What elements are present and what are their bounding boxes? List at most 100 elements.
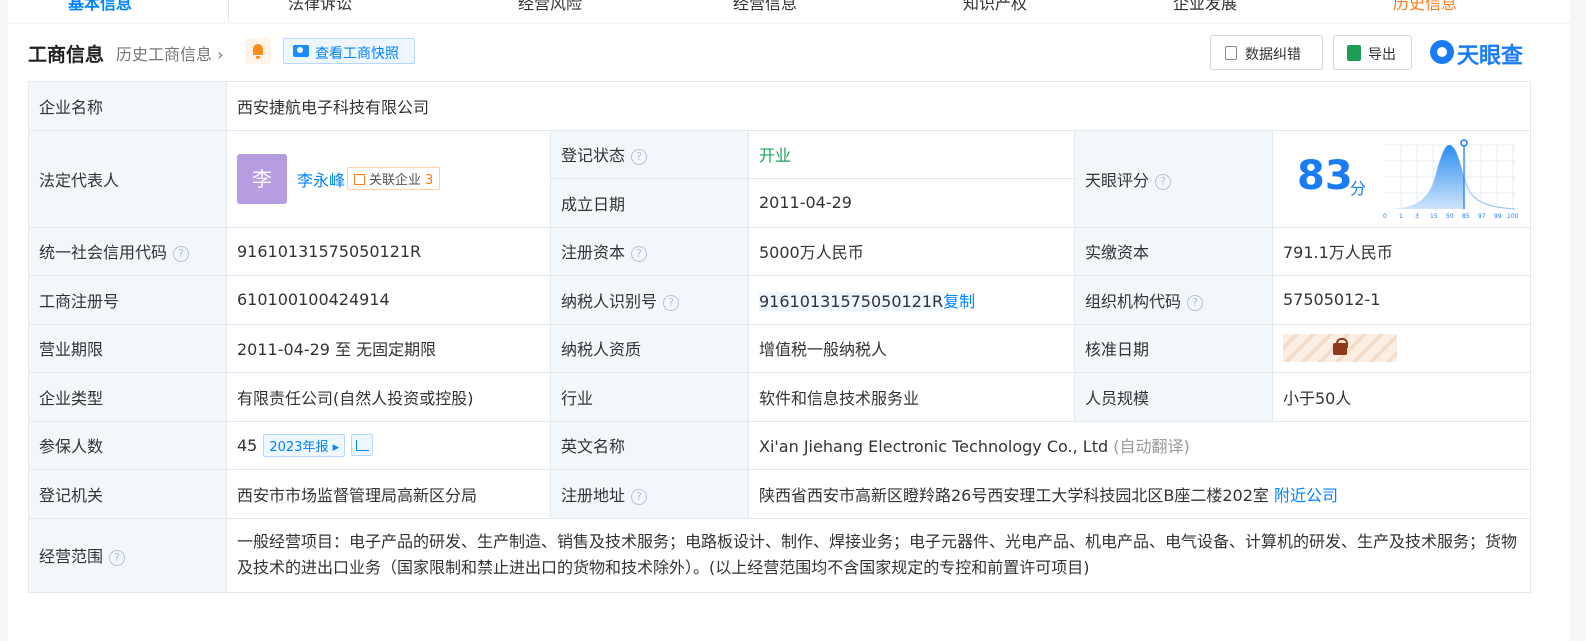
history-link[interactable]: 历史工商信息 ›: [116, 41, 224, 65]
help-icon[interactable]: ?: [109, 550, 126, 566]
insured-count: 45: [237, 435, 258, 455]
approve-date-cell: [1271, 323, 1532, 373]
legal-rep-cell: 李李永峰 关联企业 3: [226, 129, 551, 228]
caret-right-icon: ▸: [332, 439, 340, 455]
tick-label: 85: [1462, 213, 1470, 220]
reg-authority-label: 登记机关: [28, 469, 227, 519]
bell-icon[interactable]: [245, 38, 271, 64]
taxpayer-id-label-text: 纳税人识别号: [561, 291, 658, 311]
industry: 软件和信息技术服务业: [748, 372, 1075, 422]
term-label: 营业期限: [28, 323, 227, 373]
tab-divider: [228, 0, 229, 22]
eye-logo-icon: [1430, 40, 1454, 64]
score-unit: 分: [1350, 178, 1367, 198]
org-code: 57505012-1: [1271, 275, 1532, 325]
taxpayer-id-cell: 91610131575050121R复制: [748, 275, 1075, 325]
help-icon[interactable]: ?: [631, 488, 648, 505]
tab-operation[interactable]: 经营信息: [733, 0, 797, 22]
insured-label: 参保人数: [28, 420, 227, 470]
nearby-companies-link[interactable]: 附近公司: [1274, 486, 1338, 505]
tick-label: 99: [1494, 213, 1502, 220]
help-icon[interactable]: ?: [631, 246, 648, 263]
tick-label: 100: [1507, 213, 1519, 220]
score-cell[interactable]: 83 分 0 1 3 15 50 85 97 99 100: [1271, 129, 1532, 228]
annual-report-label: 2023年报: [269, 439, 329, 455]
score-label-text: 天眼评分: [1085, 170, 1150, 190]
lock-icon[interactable]: [1283, 334, 1397, 363]
reg-capital: 5000万人民币: [748, 226, 1075, 276]
avatar[interactable]: 李: [237, 153, 287, 204]
tab-history[interactable]: 历史信息: [1393, 0, 1457, 22]
tick-label: 3: [1415, 213, 1419, 220]
tick-label: 1: [1399, 213, 1403, 220]
taxpayer-id-label: 纳税人识别号?: [550, 275, 749, 325]
reg-address: 陕西省西安市高新区瞪羚路26号西安理工大学科技园北区B座二楼202室: [759, 485, 1269, 505]
reg-authority: 西安市市场监督管理局高新区分局: [226, 469, 551, 519]
related-companies-badge[interactable]: 关联企业 3: [347, 167, 441, 190]
export-label: 导出: [1368, 47, 1396, 63]
snapshot-button[interactable]: 查看工商快照: [283, 38, 415, 64]
legal-rep-name[interactable]: 李永峰: [297, 167, 345, 191]
credit-code: 91610131575050121R: [226, 226, 551, 276]
company-name: 西安捷航电子科技有限公司: [225, 81, 1532, 131]
credit-code-label: 统一社会信用代码?: [28, 226, 227, 276]
reg-address-label: 注册地址?: [550, 469, 749, 519]
score-distribution-chart: 0 1 3 15 50 85 97 99 100: [1383, 138, 1519, 220]
tab-basic-info[interactable]: 基本信息: [68, 0, 132, 22]
help-icon[interactable]: ?: [1155, 173, 1172, 190]
help-icon[interactable]: ?: [1187, 294, 1204, 311]
tab-risk[interactable]: 经营风险: [518, 0, 582, 22]
insured-cell: 45 2023年报 ▸: [226, 420, 551, 470]
tab-ip[interactable]: 知识产权: [963, 0, 1027, 22]
reg-capital-label: 注册资本?: [550, 226, 749, 276]
score-marker: [1460, 138, 1468, 147]
related-count: 3: [425, 173, 434, 188]
scope-label-text: 经营范围: [39, 547, 104, 566]
excel-icon: [1347, 45, 1361, 61]
biz-reg-no-label: 工商注册号: [28, 275, 227, 325]
help-icon[interactable]: ?: [663, 294, 680, 311]
trend-chart-icon[interactable]: [351, 433, 374, 456]
scope-label: 经营范围?: [28, 517, 227, 593]
company-type-label: 企业类型: [28, 372, 227, 422]
help-icon[interactable]: ?: [631, 149, 648, 166]
paid-capital: 791.1万人民币: [1271, 226, 1532, 276]
english-name-label: 英文名称: [550, 420, 749, 470]
reg-address-cell: 陕西省西安市高新区瞪羚路26号西安理工大学科技园北区B座二楼202室 附近公司: [747, 469, 1532, 519]
taxpayer-qual-label: 纳税人资质: [550, 323, 749, 373]
export-button[interactable]: 导出: [1333, 35, 1412, 70]
biz-reg-no: 610100100424914: [226, 275, 551, 325]
company-type: 有限责任公司(自然人投资或控股): [226, 372, 551, 422]
correct-label: 数据纠错: [1245, 47, 1301, 63]
reg-capital-label-text: 注册资本: [561, 243, 626, 263]
annual-report-tag[interactable]: 2023年报 ▸: [263, 433, 346, 457]
table-row: 经营范围? 一般经营项目：电子产品的研发、生产制造、销售及技术服务；电路板设计、…: [28, 517, 1532, 593]
english-name: Xi'an Jiehang Electronic Technology Co.,…: [759, 437, 1109, 457]
logo-text: 天眼查: [1457, 44, 1524, 69]
reg-status-label-text: 登记状态: [561, 146, 626, 166]
help-icon[interactable]: ?: [173, 246, 190, 263]
tick-label: 15: [1430, 213, 1438, 220]
auto-translate-label: (自动翻译): [1113, 437, 1190, 457]
tab-bar: 基本信息 法律诉讼 经营风险 经营信息 知识产权 企业发展 历史信息: [8, 0, 1570, 22]
tab-development[interactable]: 企业发展: [1173, 0, 1237, 22]
approve-date-label: 核准日期: [1074, 323, 1273, 373]
copy-button[interactable]: 复制: [943, 292, 975, 311]
table-row: 企业类型 有限责任公司(自然人投资或控股) 行业 软件和信息技术服务业 人员规模…: [28, 372, 1532, 422]
industry-label: 行业: [550, 372, 749, 422]
tick-label: 97: [1478, 213, 1486, 220]
table-row: 统一社会信用代码? 91610131575050121R 注册资本? 5000万…: [28, 226, 1532, 276]
history-label: 历史工商信息: [116, 45, 213, 64]
score-value: 83: [1297, 152, 1353, 199]
taxpayer-qual: 增值税一般纳税人: [748, 323, 1075, 373]
paid-capital-label: 实缴资本: [1074, 226, 1273, 276]
score-label: 天眼评分?: [1074, 129, 1273, 228]
org-code-label: 组织机构代码?: [1074, 275, 1273, 325]
data-correction-button[interactable]: 数据纠错: [1210, 35, 1323, 70]
tab-legal[interactable]: 法律诉讼: [288, 0, 352, 22]
document-icon: [1225, 46, 1237, 60]
table-row: 工商注册号 610100100424914 纳税人识别号? 9161013157…: [28, 275, 1532, 325]
reg-status-label: 登记状态?: [550, 129, 749, 179]
table-row: 参保人数 45 2023年报 ▸ 英文名称 Xi'an Jiehang Elect…: [28, 420, 1532, 470]
found-date: 2011-04-29: [748, 178, 1075, 228]
